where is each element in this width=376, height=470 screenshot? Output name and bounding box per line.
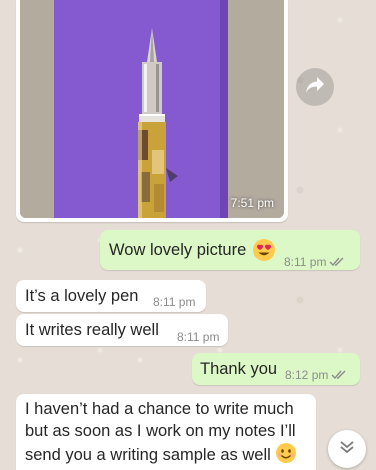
smiling-face-emoji-icon [275, 442, 297, 470]
image-timestamp: 7:51 pm [230, 196, 274, 210]
share-button[interactable] [296, 68, 334, 106]
outgoing-message[interactable]: Thank you 8:12 pm [192, 353, 360, 385]
incoming-message[interactable]: It’s a lovely pen 8:11 pm [16, 280, 206, 312]
message-time: 8:11 pm [177, 330, 220, 344]
message-time: 8:11 pm [284, 252, 345, 274]
message-text: It’s a lovely pen [25, 287, 139, 305]
pen-photo[interactable]: 7:51 pm [20, 0, 284, 218]
chat-thread[interactable]: 7:51 pm Wow lovely picture 8:11 pm It’s … [0, 0, 376, 470]
image-message[interactable]: 7:51 pm [16, 0, 288, 222]
double-check-icon [329, 253, 345, 274]
message-text: Thank you [200, 360, 278, 378]
message-time: 8:12 pm [285, 365, 347, 387]
incoming-message[interactable]: I haven’t had a chance to write much but… [16, 394, 316, 470]
double-chevron-down-icon [339, 440, 355, 459]
forward-arrow-icon [305, 76, 325, 99]
message-time: 8:11 pm [153, 295, 196, 309]
message-text: Wow lovely picture [109, 241, 247, 259]
message-text: I haven’t had a chance to write much but… [25, 398, 310, 470]
double-check-icon [331, 366, 347, 387]
incoming-message[interactable]: It writes really well 8:11 pm [16, 314, 228, 346]
outgoing-message[interactable]: Wow lovely picture 8:11 pm [100, 230, 360, 270]
message-text: It writes really well [25, 321, 159, 339]
heart-eyes-emoji-icon [252, 238, 276, 268]
scroll-to-bottom-button[interactable] [328, 430, 366, 468]
